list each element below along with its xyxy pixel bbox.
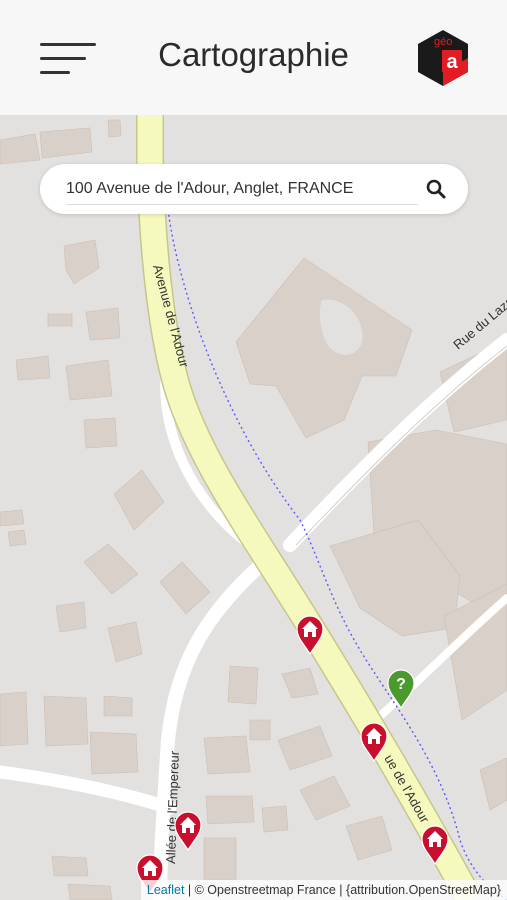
map-view[interactable]: Avenue de l'Adour Rue du Lazaret Allée d… xyxy=(0,115,507,900)
map-tiles: Avenue de l'Adour Rue du Lazaret Allée d… xyxy=(0,115,507,900)
leaflet-link[interactable]: Leaflet xyxy=(147,883,185,897)
svg-text:a: a xyxy=(446,51,458,73)
map-attribution: Leaflet | © Openstreetmap France | {attr… xyxy=(140,880,507,900)
search-input[interactable] xyxy=(66,174,418,205)
search-icon[interactable] xyxy=(424,177,448,201)
search-bar xyxy=(40,164,468,214)
help-marker-label: ? xyxy=(396,676,406,693)
geo-a-logo: a géo xyxy=(414,28,472,88)
app-header: Cartographie a géo xyxy=(0,0,507,115)
attribution-text: | © Openstreetmap France | {attribution.… xyxy=(184,883,501,897)
svg-text:géo: géo xyxy=(434,36,452,48)
